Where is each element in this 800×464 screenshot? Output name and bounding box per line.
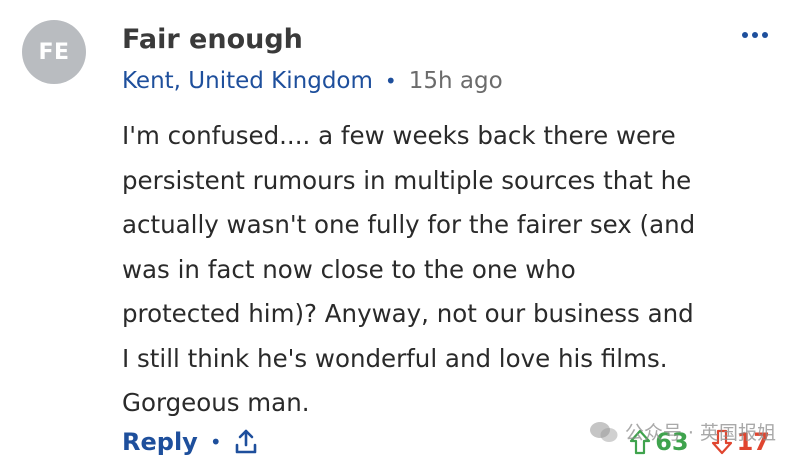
vote-controls: 63 17 <box>629 428 770 456</box>
meta-separator: • <box>384 69 397 93</box>
downvote-count: 17 <box>736 428 770 456</box>
more-dot <box>762 32 768 38</box>
comment-timestamp: 15h ago <box>408 68 503 94</box>
more-options-icon[interactable] <box>742 32 768 38</box>
arrow-down-icon <box>711 429 732 455</box>
upvote-count: 63 <box>655 428 689 456</box>
downvote-button[interactable]: 17 <box>711 428 770 456</box>
reply-button[interactable]: Reply <box>122 428 198 456</box>
upvote-button[interactable]: 63 <box>629 428 689 456</box>
avatar[interactable]: FE <box>22 20 86 84</box>
more-dot <box>742 32 748 38</box>
comment-meta: Kent, United Kingdom • 15h ago <box>122 68 503 94</box>
more-dot <box>752 32 758 38</box>
comment-body: I'm confused.... a few weeks back there … <box>122 121 696 417</box>
comment-actions: Reply • <box>122 428 258 456</box>
action-separator: • <box>209 430 222 454</box>
comment-username[interactable]: Fair enough <box>122 24 303 55</box>
share-icon[interactable] <box>234 428 258 456</box>
arrow-up-icon <box>630 429 651 455</box>
comment-location: Kent, United Kingdom <box>122 68 373 94</box>
